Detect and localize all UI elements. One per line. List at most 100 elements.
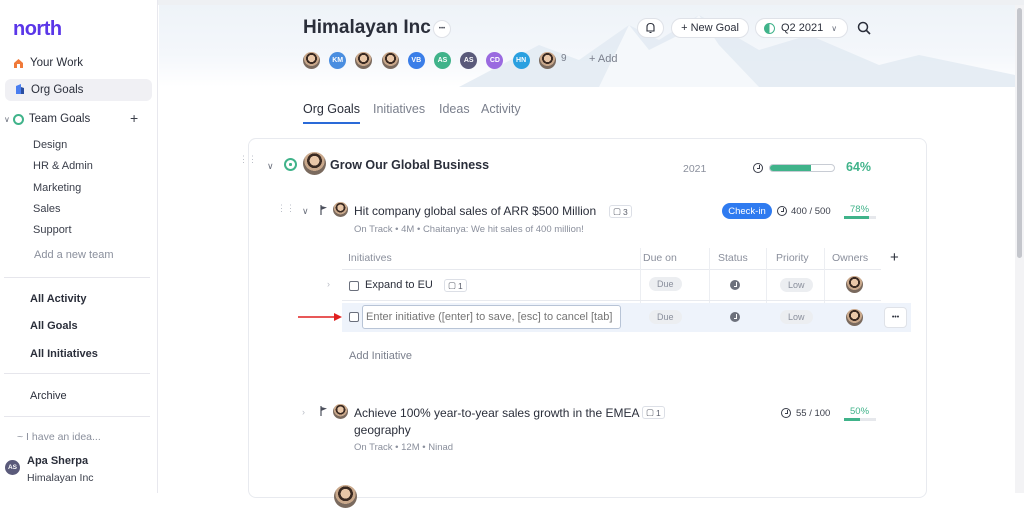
sidebar-item-team-goals[interactable]: ∨ Team Goals + xyxy=(4,110,152,127)
kr-owner-avatar[interactable] xyxy=(333,202,348,217)
sidebar-all-goals[interactable]: All Goals xyxy=(30,320,78,332)
member-avatar[interactable]: VB xyxy=(407,52,425,69)
member-avatar[interactable] xyxy=(538,52,556,69)
quarter-label: Q2 2021 xyxy=(781,22,824,34)
sidebar-divider xyxy=(4,373,150,374)
mountain-banner xyxy=(459,15,1015,87)
member-avatar[interactable]: HN xyxy=(512,52,530,69)
comments-badge[interactable]: ▢ 3 xyxy=(609,205,632,218)
notification-button[interactable] xyxy=(637,18,664,38)
initiative-checkbox[interactable] xyxy=(349,281,359,291)
page-header xyxy=(159,5,1015,87)
sidebar-item-label: Org Goals xyxy=(31,84,84,96)
page-title: Himalayan Inc xyxy=(303,17,431,38)
due-date-tag[interactable]: Due xyxy=(649,277,682,291)
initiative-owner-avatar[interactable] xyxy=(846,309,863,326)
row-more-button[interactable]: ••• xyxy=(884,307,907,328)
initiative-title[interactable]: Expand to EU xyxy=(365,279,433,291)
target-icon xyxy=(12,113,24,125)
idea-link[interactable]: ~ I have an idea... xyxy=(17,431,101,443)
chevron-down-icon: ∨ xyxy=(4,114,10,124)
chevron-down-icon[interactable]: ∨ xyxy=(302,206,309,217)
app-logo[interactable]: north xyxy=(13,18,62,41)
sidebar-team-hr-admin[interactable]: HR & Admin xyxy=(33,160,93,172)
sidebar-team-design[interactable]: Design xyxy=(33,139,67,151)
quarter-selector[interactable]: Q2 2021 ∨ xyxy=(755,18,848,38)
col-due-on: Due on xyxy=(643,252,677,264)
check-in-button[interactable]: Check-in xyxy=(722,203,772,219)
status-clock-icon[interactable] xyxy=(730,312,740,322)
col-status: Status xyxy=(718,252,748,264)
search-icon[interactable] xyxy=(857,21,871,38)
key-result-title[interactable]: Hit company global sales of ARR $500 Mil… xyxy=(354,204,596,218)
goal-title[interactable]: Grow Our Global Business xyxy=(330,158,489,172)
member-count[interactable]: 9 xyxy=(561,53,567,64)
user-avatar[interactable]: AS xyxy=(5,460,20,475)
initiative-checkbox[interactable] xyxy=(349,312,359,322)
key-result-progress-bar xyxy=(844,216,876,219)
chevron-right-icon[interactable]: › xyxy=(302,407,305,417)
status-clock-icon[interactable] xyxy=(730,280,740,290)
new-initiative-input[interactable] xyxy=(362,305,621,329)
flag-icon xyxy=(320,406,328,419)
home-icon xyxy=(13,58,24,69)
key-result-percent: 78% xyxy=(850,204,870,215)
key-result-meta: On Track • 4M • Chaitanya: We hit sales … xyxy=(354,224,584,235)
sidebar-team-marketing[interactable]: Marketing xyxy=(33,182,81,194)
scrollbar-track[interactable] xyxy=(1015,5,1024,493)
sidebar-divider xyxy=(4,277,150,278)
tab-ideas[interactable]: Ideas xyxy=(439,102,470,116)
comment-icon: ▢ xyxy=(613,206,622,216)
scrollbar-thumb[interactable] xyxy=(1017,8,1022,258)
tab-org-goals[interactable]: Org Goals xyxy=(303,102,360,116)
sidebar-team-support[interactable]: Support xyxy=(33,224,72,236)
user-name: Apa Sherpa xyxy=(27,455,89,467)
comment-count: 1 xyxy=(656,407,661,418)
sidebar-item-your-work[interactable]: Your Work xyxy=(13,55,83,71)
sidebar-all-initiatives[interactable]: All Initiatives xyxy=(30,348,98,360)
tab-activity[interactable]: Activity xyxy=(481,102,521,116)
key-result-meta: On Track • 12M • Ninad xyxy=(354,442,454,453)
next-goal-avatar[interactable] xyxy=(334,485,357,508)
sidebar-item-org-goals[interactable]: Org Goals xyxy=(5,79,152,101)
clock-icon xyxy=(777,206,787,216)
sidebar-all-activity[interactable]: All Activity xyxy=(30,293,86,305)
priority-tag[interactable]: Low xyxy=(780,278,813,292)
key-result-title-line2[interactable]: geography xyxy=(354,423,411,437)
add-member-button[interactable]: + Add xyxy=(589,53,617,65)
add-team-icon[interactable]: + xyxy=(130,110,138,126)
kr-owner-avatar[interactable] xyxy=(333,404,348,419)
more-options-button[interactable]: ••• xyxy=(433,20,451,38)
chevron-right-icon[interactable]: › xyxy=(327,279,330,289)
tab-initiatives[interactable]: Initiatives xyxy=(373,102,425,116)
priority-tag[interactable]: Low xyxy=(780,310,813,324)
goal-target-icon xyxy=(284,158,297,171)
key-result-value: 400 / 500 xyxy=(791,206,831,217)
add-team-link[interactable]: Add a new team xyxy=(34,249,114,261)
comments-badge[interactable]: ▢ 1 xyxy=(444,279,467,292)
goal-year: 2021 xyxy=(683,163,707,175)
sidebar-team-sales[interactable]: Sales xyxy=(33,203,61,215)
drag-handle-icon[interactable]: ⋮⋮ xyxy=(277,204,295,213)
sidebar-archive[interactable]: Archive xyxy=(30,390,67,402)
clock-icon xyxy=(753,163,763,173)
chevron-down-icon[interactable]: ∨ xyxy=(267,161,274,172)
member-avatar[interactable] xyxy=(381,52,399,69)
comments-badge[interactable]: ▢ 1 xyxy=(642,406,665,419)
sidebar-item-label: Your Work xyxy=(30,57,84,69)
comment-icon: ▢ xyxy=(646,407,655,417)
annotation-arrow-icon xyxy=(298,313,342,321)
add-initiative-link[interactable]: Add Initiative xyxy=(349,350,412,362)
due-date-tag[interactable]: Due xyxy=(649,310,682,324)
initiative-owner-avatar[interactable] xyxy=(846,276,863,293)
user-org: Himalayan Inc xyxy=(27,472,94,484)
new-goal-button[interactable]: + New Goal xyxy=(671,18,749,38)
active-tab-underline xyxy=(303,122,360,124)
member-avatar[interactable]: AS xyxy=(434,52,451,69)
add-column-button[interactable]: + xyxy=(890,249,899,266)
member-avatar[interactable] xyxy=(303,52,320,69)
key-result-title-line1[interactable]: Achieve 100% year-to-year sales growth i… xyxy=(354,406,639,420)
comment-count: 1 xyxy=(458,280,463,291)
drag-handle-icon[interactable]: ⋮⋮ xyxy=(239,155,257,164)
goal-owner-avatar[interactable] xyxy=(303,152,326,175)
